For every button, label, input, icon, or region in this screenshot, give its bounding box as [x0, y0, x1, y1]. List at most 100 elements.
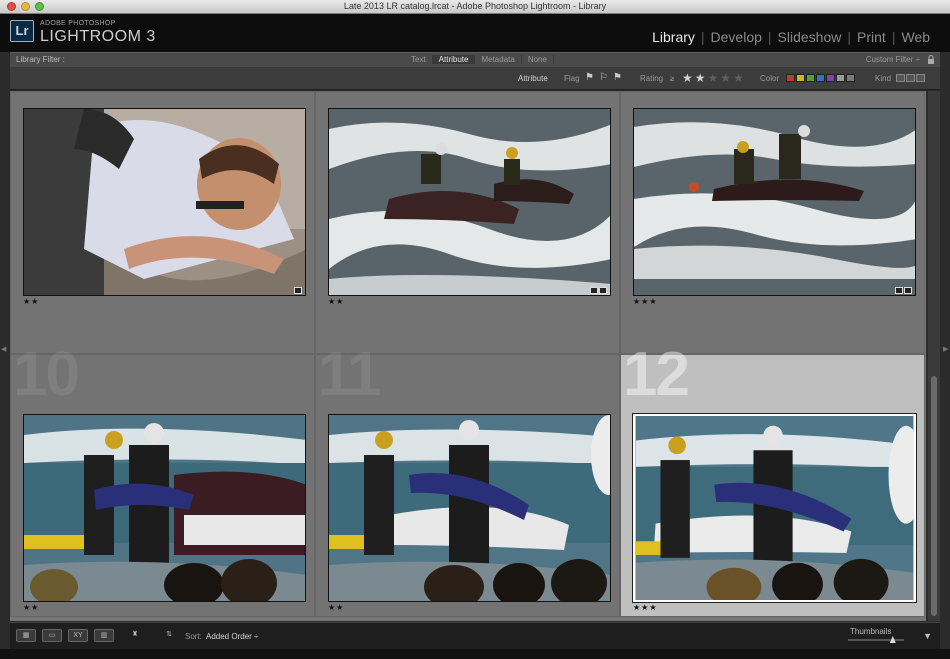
sort-label: Sort:: [185, 632, 202, 641]
sort-direction-icon[interactable]: ⇅: [160, 629, 178, 642]
lightroom-window: Late 2013 LR catalog.lrcat - Adobe Photo…: [0, 0, 950, 659]
thumbnails-label: Thumbnails: [850, 627, 892, 636]
grid-cell[interactable]: ★★: [10, 91, 315, 354]
kind-master-icon[interactable]: [896, 74, 905, 82]
thumbnail-size-slider[interactable]: [848, 636, 904, 643]
color-label-filters: [786, 74, 855, 82]
grid-cell[interactable]: ★★★: [620, 91, 925, 354]
keyword-badge-icon[interactable]: [895, 287, 903, 294]
module-library[interactable]: Library: [646, 29, 701, 45]
filter-tab-none[interactable]: None: [522, 55, 554, 64]
custom-filter-dropdown[interactable]: Custom Filter ÷: [866, 55, 920, 64]
kind-virtual-copy-icon[interactable]: [906, 74, 915, 82]
slider-knob[interactable]: [889, 636, 896, 643]
library-filter-label: Library Filter :: [16, 55, 65, 64]
grid-view-button[interactable]: ▦: [16, 629, 36, 642]
grid-view: ★★ ★★ ★★★ 10 ★★ 11 ★★ 12 ★★★: [10, 91, 926, 621]
brand-subtitle: ADOBE PHOTOSHOP: [40, 20, 116, 27]
module-develop[interactable]: Develop: [705, 29, 768, 45]
cell-index: 12: [623, 340, 690, 409]
grid-cell[interactable]: 10 ★★: [10, 340, 315, 617]
rating-star-icon[interactable]: ★: [708, 71, 719, 85]
brand-title: LIGHTROOM 3: [40, 28, 156, 45]
photo-jet-skis-waves: [329, 109, 610, 295]
reject-flag-icon[interactable]: ⚑: [613, 73, 623, 83]
color-label: Color: [760, 74, 780, 83]
photo-badges: [895, 287, 912, 294]
photo-rescue-carry-3: [636, 416, 914, 600]
rating-label: Rating: [640, 74, 664, 83]
flag-filters: ⚑ ⚐ ⚑: [585, 73, 623, 83]
filter-tab-text[interactable]: Text: [405, 55, 433, 64]
right-panel-toggle-icon[interactable]: ▶: [943, 345, 948, 353]
photo-badges: [294, 287, 302, 294]
photo-thumbnail[interactable]: [632, 413, 917, 603]
survey-view-button[interactable]: ▥: [94, 629, 114, 642]
edited-badge-icon[interactable]: [294, 287, 302, 294]
filter-tabs: Text Attribute Metadata None: [405, 55, 554, 64]
filter-tab-metadata[interactable]: Metadata: [475, 55, 522, 64]
kind-filters: [896, 74, 925, 82]
grid-scrollbar[interactable]: [928, 91, 940, 621]
star-rating[interactable]: ★★★: [633, 297, 658, 306]
photo-jet-ski-rescue-waves: [634, 109, 915, 295]
rating-star-icon[interactable]: ★: [720, 71, 731, 85]
toolbar-menu-icon[interactable]: ▼: [923, 631, 932, 641]
flag-label: Flag: [564, 74, 580, 83]
star-rating[interactable]: ★★★: [633, 603, 658, 612]
photo-thumbnail[interactable]: [633, 108, 916, 296]
photo-rescue-carry-1: [24, 415, 305, 601]
star-rating[interactable]: ★★: [23, 297, 39, 306]
color-swatch[interactable]: [786, 74, 795, 82]
identity-plate: Lr ADOBE PHOTOSHOP LIGHTROOM 3 Library | …: [0, 14, 950, 52]
attribute-filter-bar: Attribute Flag ⚑ ⚐ ⚑ Rating ≥ ★ ★ ★ ★ ★ Colo…: [10, 68, 940, 90]
edited-badge-icon[interactable]: [599, 287, 607, 294]
color-swatch[interactable]: [846, 74, 855, 82]
painter-icon[interactable]: ♜: [128, 629, 142, 642]
module-web[interactable]: Web: [895, 29, 936, 45]
edited-badge-icon[interactable]: [904, 287, 912, 294]
module-print[interactable]: Print: [851, 29, 892, 45]
lock-icon[interactable]: [927, 55, 935, 65]
color-swatch[interactable]: [806, 74, 815, 82]
sort-dropdown[interactable]: Added Order ÷: [206, 632, 258, 641]
filmstrip-edge: [0, 649, 950, 659]
filter-tab-attribute[interactable]: Attribute: [432, 55, 476, 64]
left-panel-toggle-icon[interactable]: ◀: [1, 345, 6, 353]
rating-star-icon[interactable]: ★: [695, 71, 706, 85]
photo-rescue-carry-2: [329, 415, 610, 601]
photo-thumbnail[interactable]: [328, 414, 611, 602]
color-swatch[interactable]: [836, 74, 845, 82]
color-swatch[interactable]: [826, 74, 835, 82]
module-slideshow[interactable]: Slideshow: [772, 29, 848, 45]
loupe-view-button[interactable]: ▭: [42, 629, 62, 642]
star-rating[interactable]: ★★: [328, 297, 344, 306]
rating-filter-stars: ★ ★ ★ ★ ★: [682, 71, 744, 85]
rating-star-icon[interactable]: ★: [733, 71, 744, 85]
grid-cell[interactable]: 11 ★★: [315, 340, 620, 617]
color-swatch[interactable]: [796, 74, 805, 82]
kind-label: Kind: [875, 74, 892, 83]
library-toolbar: ▦ ▭ XY ▥ ♜ ⇅ Sort: Added Order ÷ Thumbna…: [10, 622, 940, 649]
rating-star-icon[interactable]: ★: [682, 71, 693, 85]
photo-thumbnail[interactable]: [23, 414, 306, 602]
library-filter-bar: Library Filter : Text Attribute Metadata…: [10, 52, 940, 68]
compare-view-button[interactable]: XY: [68, 629, 88, 642]
scroll-thumb[interactable]: [931, 376, 937, 616]
rating-operator[interactable]: ≥: [670, 74, 674, 83]
grid-cell[interactable]: ★★: [315, 91, 620, 354]
grid-cell-selected[interactable]: 12 ★★★: [620, 340, 925, 617]
star-rating[interactable]: ★★: [23, 603, 39, 612]
color-swatch[interactable]: [816, 74, 825, 82]
lightroom-logo: Lr: [10, 20, 34, 42]
photo-thumbnail[interactable]: [328, 108, 611, 296]
pick-flag-icon[interactable]: ⚑: [585, 73, 595, 83]
module-picker: Library | Develop | Slideshow | Print | Web: [646, 29, 936, 45]
photo-thumbnail[interactable]: [23, 108, 306, 296]
keyword-badge-icon[interactable]: [590, 287, 598, 294]
kind-video-icon[interactable]: [916, 74, 925, 82]
cell-index: 11: [318, 340, 382, 409]
unflagged-icon[interactable]: ⚐: [599, 73, 609, 83]
star-rating[interactable]: ★★: [328, 603, 344, 612]
attribute-label: Attribute: [518, 74, 548, 83]
